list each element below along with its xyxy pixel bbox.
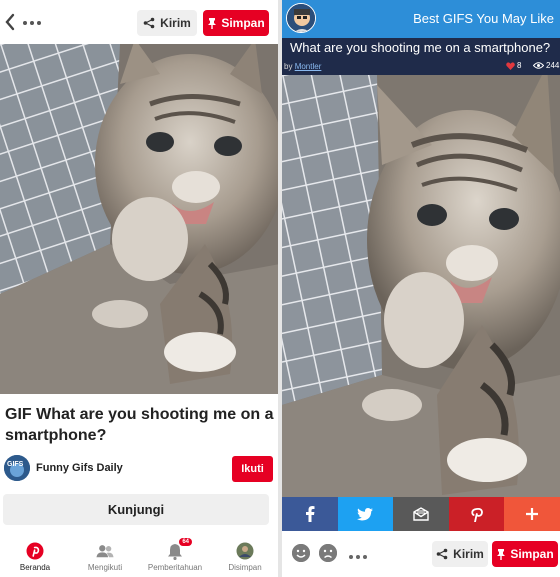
twitter-icon <box>357 507 374 520</box>
post-gif-image[interactable] <box>282 75 560 497</box>
avatar-icon <box>236 542 254 560</box>
views-count: 244 <box>533 61 559 70</box>
share-icon <box>436 548 448 560</box>
bell-icon: 64 <box>166 538 192 560</box>
save-label: Simpan <box>221 16 265 30</box>
people-icon <box>96 542 114 560</box>
send-label: Kirim <box>160 16 191 30</box>
pinterest-icon <box>470 507 483 522</box>
bottom-nav: Beranda Mengikuti 64 Pemberitahuan Disim… <box>0 538 280 577</box>
site-title[interactable]: Best GIFS You May Like <box>413 11 554 26</box>
pinterest-share-button[interactable] <box>448 497 505 531</box>
site-header: Best GIFS You May Like <box>282 0 560 38</box>
site-logo[interactable] <box>286 3 316 33</box>
send-button[interactable]: Kirim <box>432 541 488 567</box>
creator-row: GIFS Funny Gifs Daily Ikuti <box>4 455 276 483</box>
post-byline: by Montler <box>284 62 321 71</box>
save-label: Simpan <box>510 547 554 561</box>
chevron-left-icon[interactable] <box>3 12 17 32</box>
eye-icon <box>533 62 544 69</box>
nav-label-following: Mengikuti <box>87 563 123 572</box>
send-label: Kirim <box>453 547 484 561</box>
heart-icon <box>506 61 515 70</box>
send-button[interactable]: Kirim <box>137 10 197 36</box>
pin-icon <box>497 548 506 560</box>
more-dots-icon[interactable] <box>349 546 371 560</box>
smile-emoji-icon[interactable] <box>292 544 310 562</box>
kitten-image <box>282 75 560 497</box>
share-bar <box>282 497 560 531</box>
nav-label-home: Beranda <box>19 563 51 572</box>
save-button[interactable]: Simpan <box>203 10 269 36</box>
nav-item-notifications[interactable]: 64 Pemberitahuan <box>140 538 210 577</box>
nav-label-saved: Disimpan <box>228 563 262 572</box>
creator-avatar[interactable]: GIFS <box>4 455 30 481</box>
byline-prefix: by <box>284 62 293 71</box>
notification-badge: 64 <box>179 538 192 546</box>
post-info-bar: What are you shooting me on a smartphone… <box>282 38 560 75</box>
follow-button[interactable]: Ikuti <box>232 456 273 482</box>
plus-icon <box>526 508 539 520</box>
views-value: 244 <box>546 61 560 70</box>
save-button[interactable]: Simpan <box>492 541 558 567</box>
pinterest-pin-panel: Kirim Simpan GIF What are you shooting m… <box>0 0 280 577</box>
pin-gif-image[interactable] <box>0 44 280 394</box>
nav-label-notifications: Pemberitahuan <box>147 563 203 572</box>
likes-value: 8 <box>517 61 522 70</box>
nav-item-following[interactable]: Mengikuti <box>70 538 140 577</box>
twitter-share-button[interactable] <box>337 497 394 531</box>
facebook-icon <box>305 506 315 522</box>
sad-emoji-icon[interactable] <box>319 544 337 562</box>
pinterest-icon <box>26 542 44 560</box>
email-icon <box>413 507 429 521</box>
share-icon <box>143 17 155 29</box>
email-share-button[interactable] <box>393 497 449 531</box>
kitten-image <box>0 44 280 394</box>
facebook-share-button[interactable] <box>282 497 338 531</box>
nav-item-home[interactable]: Beranda <box>0 538 70 577</box>
post-title: What are you shooting me on a smartphone… <box>290 40 551 55</box>
pin-top-bar: Kirim Simpan <box>0 0 280 44</box>
more-dots-icon[interactable] <box>23 12 45 32</box>
nav-item-saved[interactable]: Disimpan <box>210 538 280 577</box>
avatar-logo-text: GIFS <box>7 461 24 468</box>
author-link[interactable]: Montler <box>295 62 322 71</box>
visit-button[interactable]: Kunjungi <box>3 494 269 525</box>
likes-count: 8 <box>506 61 521 70</box>
more-share-button[interactable] <box>504 497 560 531</box>
pinterest-action-bar: Kirim Simpan <box>282 531 560 577</box>
creator-name[interactable]: Funny Gifs Daily <box>36 462 123 474</box>
pin-title: GIF What are you shooting me on a smartp… <box>5 406 274 444</box>
screenshot-composite: Kirim Simpan GIF What are you shooting m… <box>0 0 560 577</box>
website-panel: Best GIFS You May Like What are you shoo… <box>282 0 560 577</box>
pin-icon <box>208 17 217 29</box>
